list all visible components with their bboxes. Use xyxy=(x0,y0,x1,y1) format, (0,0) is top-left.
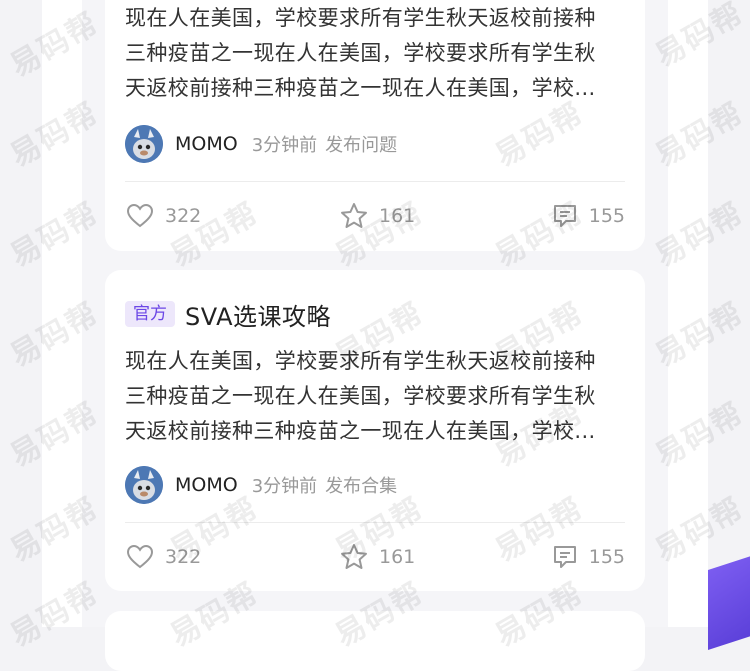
star-outline-icon xyxy=(339,201,369,231)
like-count: 322 xyxy=(165,546,202,568)
divider xyxy=(125,522,625,523)
like-button[interactable]: 322 xyxy=(125,199,201,233)
favorite-count: 161 xyxy=(379,205,416,227)
comment-count: 155 xyxy=(588,546,625,568)
official-tag: 官方 xyxy=(125,301,175,327)
comment-button[interactable]: 155 xyxy=(551,540,625,574)
like-button[interactable]: 322 xyxy=(125,540,201,574)
favorite-count: 161 xyxy=(379,546,416,568)
excerpt-line: 现在人在美国，学校要求所有学生秋天返校前接种 xyxy=(125,349,596,373)
comment-count: 155 xyxy=(588,205,625,227)
post-actions: 322 161 155 xyxy=(125,540,625,574)
heart-outline-icon xyxy=(125,201,155,231)
post-card[interactable]: 官方 SVA选课攻略 现在人在美国，学校要求所有学生秋天返校前接种 三种疫苗之一… xyxy=(105,270,645,591)
like-count: 322 xyxy=(165,205,202,227)
avatar[interactable] xyxy=(125,466,163,504)
post-excerpt: 现在人在美国，学校要求所有学生秋天返校前接种 三种疫苗之一现在人在美国，学校要求… xyxy=(125,344,625,449)
heart-outline-icon xyxy=(125,542,155,572)
author-row: MOMO 3分钟前 发布合集 xyxy=(125,465,397,505)
excerpt-line: 三种疫苗之一现在人在美国，学校要求所有学生秋 xyxy=(125,41,596,65)
author-name[interactable]: MOMO xyxy=(175,133,238,155)
post-action-label: 发布合集 xyxy=(325,476,398,497)
post-action-label: 发布问题 xyxy=(325,135,398,156)
post-title[interactable]: SVA选课攻略 xyxy=(185,297,331,332)
comment-button[interactable]: 155 xyxy=(551,199,625,233)
author-row: MOMO 3分钟前 发布问题 xyxy=(125,124,397,164)
comment-bubble-icon xyxy=(551,543,579,571)
favorite-button[interactable]: 161 xyxy=(339,199,415,233)
post-excerpt: 现在人在美国，学校要求所有学生秋天返校前接种 三种疫苗之一现在人在美国，学校要求… xyxy=(125,1,625,106)
post-title-row: 官方 SVA选课攻略 xyxy=(125,297,331,332)
post-time: 3分钟前 xyxy=(251,476,318,497)
excerpt-line: 天返校前接种三种疫苗之一现在人在美国，学校... xyxy=(125,76,596,100)
decorative-corner xyxy=(708,550,750,650)
post-card[interactable] xyxy=(105,611,645,671)
avatar[interactable] xyxy=(125,125,163,163)
post-time: 3分钟前 xyxy=(251,135,318,156)
excerpt-line: 三种疫苗之一现在人在美国，学校要求所有学生秋 xyxy=(125,384,596,408)
comment-bubble-icon xyxy=(551,202,579,230)
author-name[interactable]: MOMO xyxy=(175,474,238,496)
favorite-button[interactable]: 161 xyxy=(339,540,415,574)
excerpt-line: 现在人在美国，学校要求所有学生秋天返校前接种 xyxy=(125,6,596,30)
divider xyxy=(125,181,625,182)
excerpt-line: 天返校前接种三种疫苗之一现在人在美国，学校... xyxy=(125,419,596,443)
post-card[interactable]: 现在人在美国，学校要求所有学生秋天返校前接种 三种疫苗之一现在人在美国，学校要求… xyxy=(105,0,645,251)
star-outline-icon xyxy=(339,542,369,572)
post-actions: 322 161 155 xyxy=(125,199,625,233)
